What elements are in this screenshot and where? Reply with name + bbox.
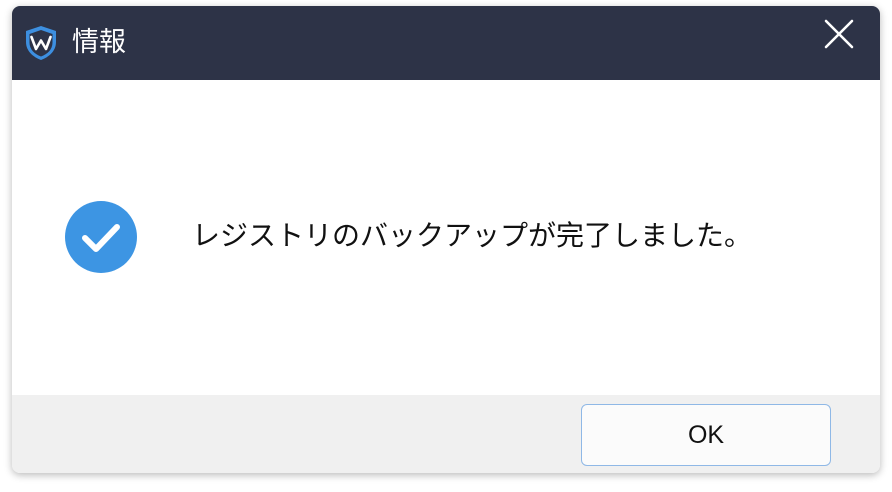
info-dialog: 情報 レジストリのバックアップが完了しました。 OK: [12, 6, 880, 473]
window-title: 情報: [72, 27, 126, 58]
status-message: レジストリのバックアップが完了しました。: [192, 219, 753, 252]
dialog-footer: OK: [12, 395, 880, 473]
title-bar: 情報: [12, 6, 880, 80]
close-icon: [824, 19, 854, 53]
shield-icon: [24, 25, 58, 61]
check-circle-icon: [65, 201, 137, 273]
ok-button[interactable]: OK: [581, 404, 831, 466]
dialog-content: レジストリのバックアップが完了しました。: [12, 80, 880, 395]
close-button[interactable]: [810, 6, 868, 66]
